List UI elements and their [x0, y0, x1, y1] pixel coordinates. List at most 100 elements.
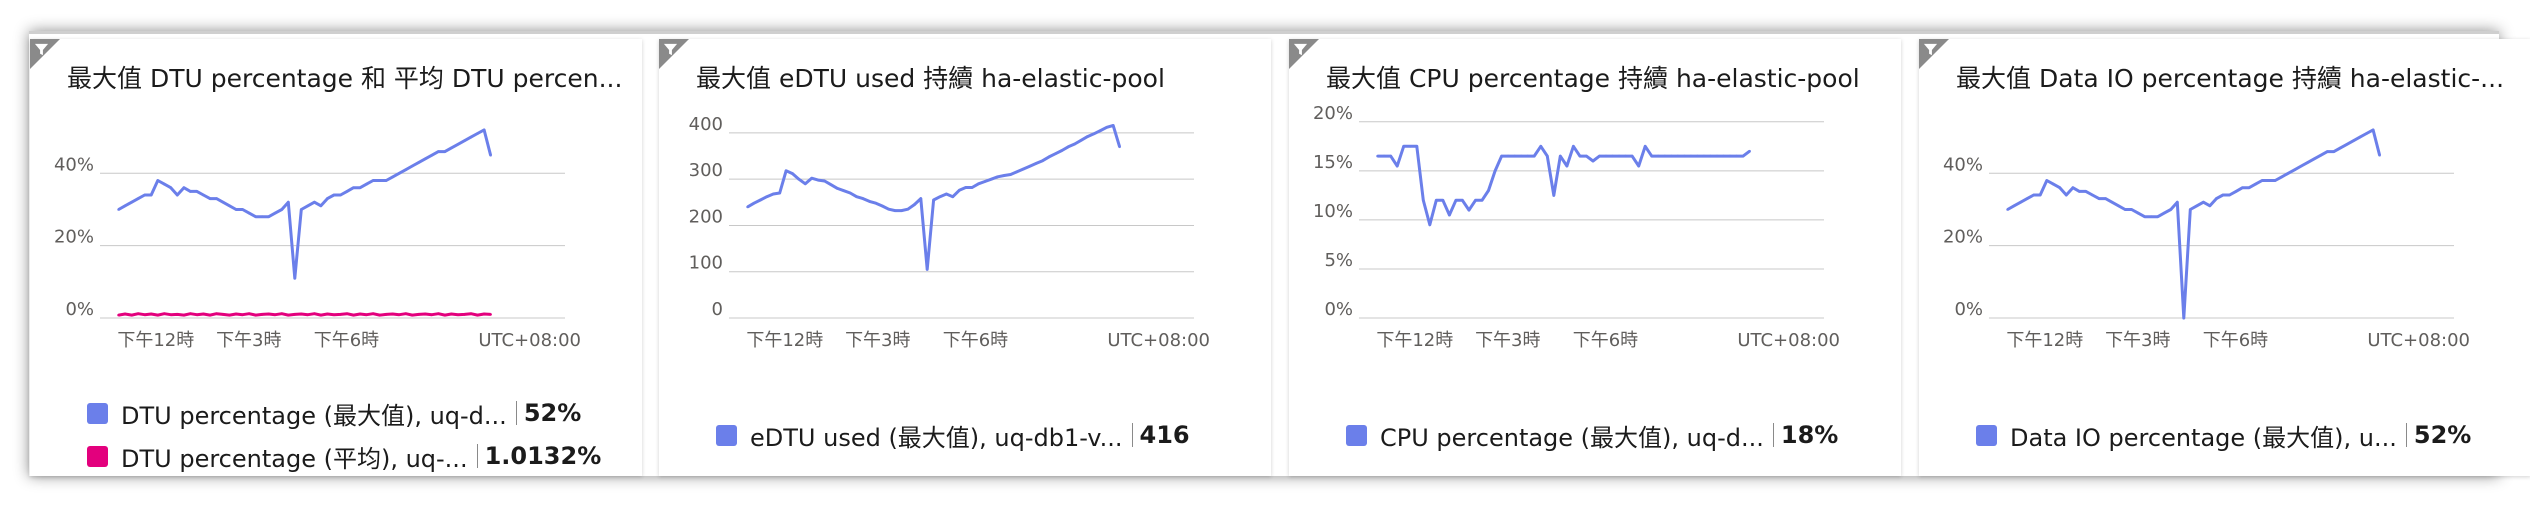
data-point — [2228, 193, 2231, 197]
data-point — [358, 186, 362, 189]
data-point — [313, 312, 316, 316]
data-point — [1099, 129, 1102, 132]
data-point — [752, 201, 756, 205]
data-point — [424, 157, 427, 161]
data-point — [836, 187, 839, 190]
data-point — [2143, 215, 2146, 218]
data-point — [1676, 154, 1680, 158]
data-point — [1500, 154, 1503, 158]
data-point — [326, 197, 329, 200]
x-tick-label: 下午12時 — [117, 330, 194, 351]
legend-item[interactable]: Data IO percentage (最大值), u... 52% — [1976, 417, 2516, 453]
data-point — [260, 313, 264, 316]
y-tick-label: 0% — [1324, 299, 1353, 320]
data-point — [1585, 154, 1588, 158]
data-point — [893, 209, 897, 212]
top-divider — [29, 31, 2499, 34]
data-point — [254, 313, 257, 317]
metric-tile-dtu[interactable]: 最大值 DTU percentage 和 平均 DTU percen... 0%… — [30, 39, 642, 476]
line-chart[interactable]: 0% 20% 40% 下午12時 下午3時 下午6時 UTC+08:00 — [1919, 39, 2499, 379]
legend-item[interactable]: DTU percentage (最大值), uq-d... 52% — [87, 395, 627, 431]
data-point — [280, 208, 284, 211]
data-point — [123, 312, 127, 316]
data-point — [874, 201, 878, 205]
timezone-label: UTC+08:00 — [2367, 330, 2470, 351]
data-point — [397, 313, 401, 317]
data-point — [1028, 164, 1032, 168]
data-point — [2078, 190, 2081, 193]
data-point — [791, 172, 794, 175]
data-point — [482, 128, 486, 132]
data-point — [2025, 197, 2029, 200]
data-point — [1656, 154, 1660, 158]
data-point — [2378, 153, 2381, 157]
data-point — [215, 197, 218, 200]
legend-item[interactable]: CPU percentage (最大值), uq-d... 18% — [1346, 417, 1886, 453]
x-tick-label: 下午3時 — [2105, 330, 2170, 351]
data-point — [1435, 199, 1438, 202]
data-point — [797, 177, 801, 181]
data-point — [482, 312, 486, 316]
dashboard-frame: 最大值 DTU percentage 和 平均 DTU percen... 0%… — [29, 31, 2530, 476]
x-tick-label: 下午6時 — [943, 330, 1008, 351]
data-point — [247, 211, 251, 215]
data-point — [938, 195, 942, 198]
data-point — [358, 312, 362, 316]
metric-tile-cpu[interactable]: 最大值 CPU percentage 持續 ha-elastic-pool 0%… — [1289, 39, 1901, 476]
legend-item[interactable]: DTU percentage (平均), uq-... 1.0132% — [87, 438, 627, 474]
data-point — [450, 146, 453, 150]
line-chart[interactable]: 0% 5% 10% 15% 20% 下午12時 下午3時 下午6時 UTC+08:00 — [1289, 39, 1901, 379]
data-point — [778, 191, 781, 195]
data-point — [1493, 169, 1497, 173]
data-point — [1513, 154, 1516, 158]
data-point — [765, 195, 769, 198]
data-point — [1663, 154, 1667, 158]
data-point — [2365, 132, 2368, 135]
data-point — [2012, 204, 2016, 208]
data-point — [176, 193, 179, 197]
data-point — [202, 193, 205, 197]
data-point — [2104, 197, 2107, 200]
data-point — [404, 168, 408, 171]
data-point — [234, 312, 238, 316]
legend-item[interactable]: eDTU used (最大值), uq-db1-v... 416 — [716, 417, 1256, 453]
data-point — [2241, 186, 2244, 189]
data-point — [123, 204, 127, 208]
y-tick-label: 20% — [1943, 227, 1983, 248]
data-point — [371, 312, 375, 316]
timezone-label: UTC+08:00 — [478, 330, 581, 351]
data-point — [868, 200, 871, 203]
data-point — [925, 268, 929, 271]
legend-value: 52% — [2413, 421, 2472, 449]
data-point — [2169, 208, 2173, 211]
data-point — [1002, 174, 1006, 177]
data-point — [143, 193, 146, 197]
data-point — [2071, 186, 2075, 189]
data-point — [1474, 199, 1477, 202]
data-point — [1408, 145, 1412, 148]
data-point — [293, 276, 297, 280]
metric-tile-data-io[interactable]: 最大值 Data IO percentage 持續 ha-elastic-...… — [1919, 39, 2530, 476]
data-point — [306, 313, 310, 317]
data-point — [2123, 208, 2127, 211]
data-point — [339, 193, 342, 197]
data-point — [156, 313, 160, 317]
legend-label: DTU percentage (平均), uq-... — [121, 444, 468, 473]
data-point — [391, 175, 395, 179]
data-point — [384, 179, 388, 182]
data-point — [900, 209, 903, 212]
series-line — [117, 128, 493, 280]
line-chart[interactable]: 0% 20% 40% 下午12時 下午3時 下午6時 UTC+08:00 — [30, 39, 642, 379]
data-point — [306, 204, 310, 208]
metric-tile-edtu[interactable]: 最大值 eDTU used 持續 ha-elastic-pool 0 100 200… — [659, 39, 1271, 476]
data-point — [267, 312, 270, 316]
data-point — [2084, 190, 2088, 193]
legend-swatch — [1976, 424, 1997, 446]
data-point — [371, 179, 375, 182]
data-point — [189, 190, 192, 193]
line-chart[interactable]: 0 100 200 300 400 下午12時 下午3時 下午6時 UTC+08:00 — [659, 39, 1271, 379]
data-point — [300, 312, 303, 316]
data-point — [287, 313, 290, 317]
data-point — [1546, 154, 1549, 158]
data-point — [176, 313, 179, 316]
